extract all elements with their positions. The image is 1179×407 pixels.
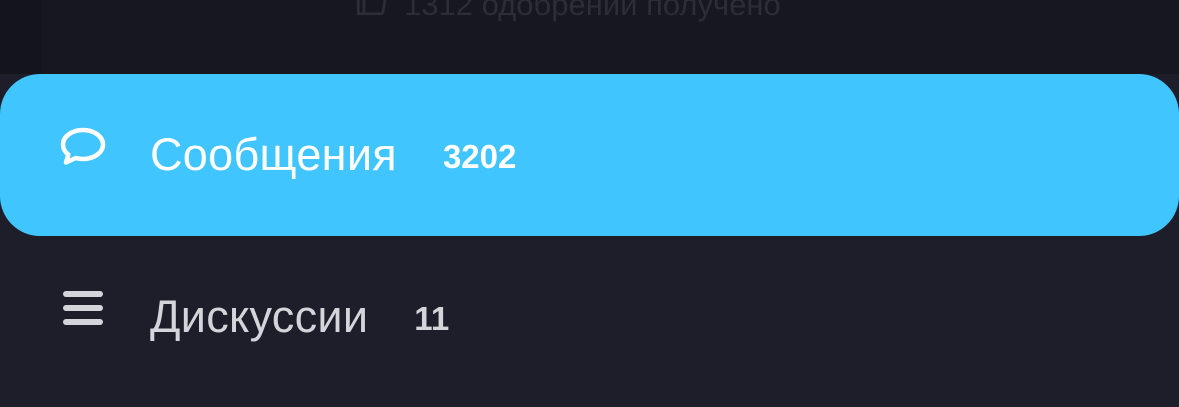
menu-item-discussions[interactable]: Дискуссии 11 [0, 236, 1179, 398]
thumbs-up-icon [354, 0, 388, 26]
approvals-stat: 1312 одобрений получено [354, 0, 781, 26]
list-icon [58, 285, 108, 335]
menu-item-count: 3202 [442, 138, 517, 175]
profile-header-strip: 1312 одобрений получено [0, 0, 1179, 74]
approvals-text: 1312 одобрений получено [404, 0, 781, 22]
profile-header-card: 1312 одобрений получено [42, 0, 1179, 74]
menu-item-count: 11 [414, 300, 450, 337]
menu-item-label: Сообщения [150, 129, 397, 180]
profile-menu: Сообщения 3202 Дискуссии 11 [0, 74, 1179, 398]
menu-item-label: Дискуссии [150, 291, 369, 342]
menu-item-messages[interactable]: Сообщения 3202 [0, 74, 1179, 236]
chat-bubble-icon [58, 123, 108, 173]
